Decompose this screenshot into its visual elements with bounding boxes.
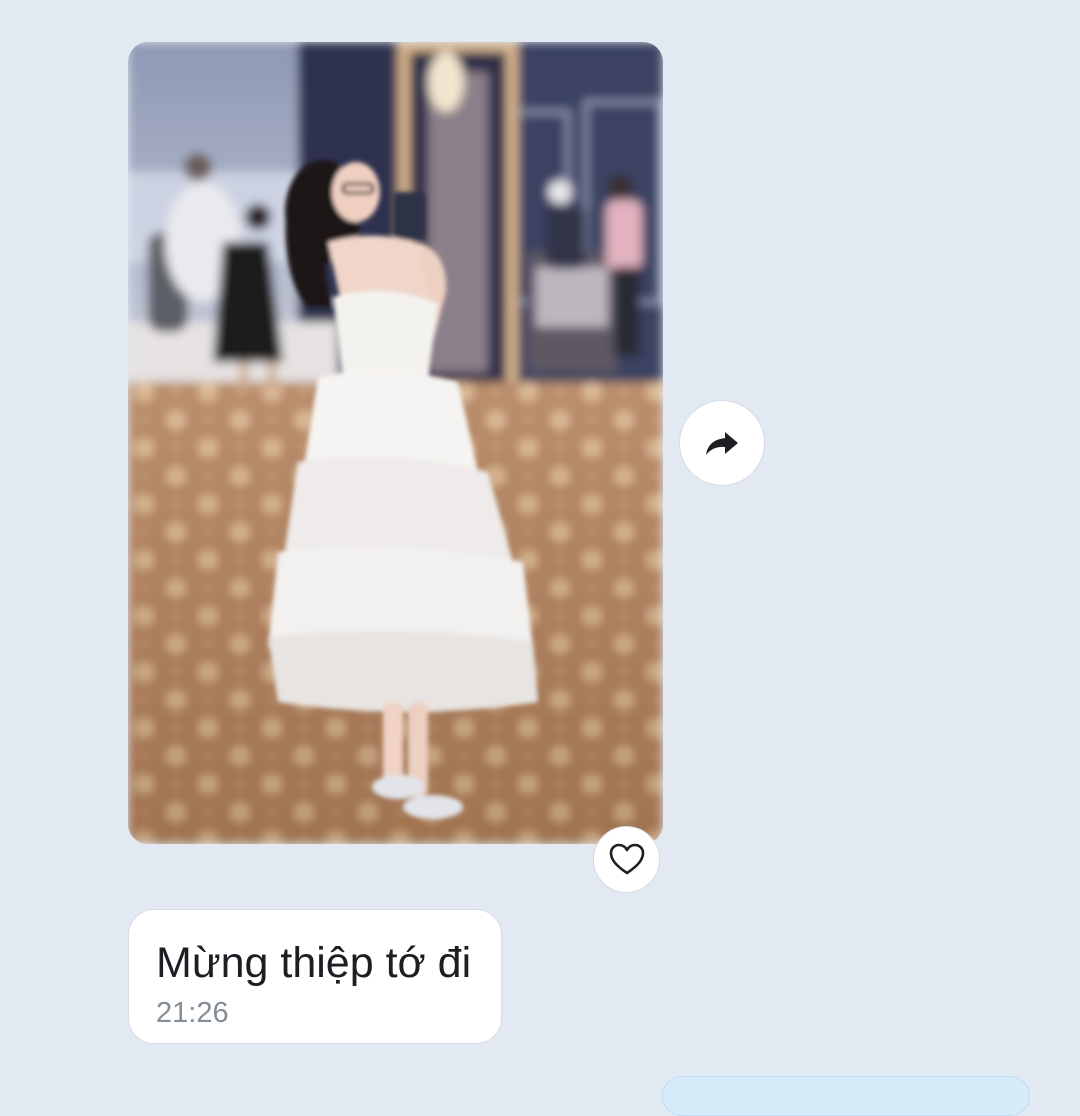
heart-outline-icon	[609, 843, 644, 874]
photo-image	[128, 42, 663, 844]
message-text: Mừng thiệp tớ đi	[156, 939, 472, 987]
share-forward-icon	[706, 432, 738, 455]
message-timestamp: 21:26	[156, 997, 229, 1029]
photo-message[interactable]	[128, 42, 663, 844]
next-message-bubble[interactable]	[662, 1076, 1030, 1116]
chat-area: Mừng thiệp tớ đi 21:26	[0, 0, 1080, 1116]
message-bubble[interactable]: Mừng thiệp tớ đi 21:26	[128, 909, 502, 1044]
share-button[interactable]	[679, 400, 765, 486]
reaction-button[interactable]	[593, 826, 660, 893]
